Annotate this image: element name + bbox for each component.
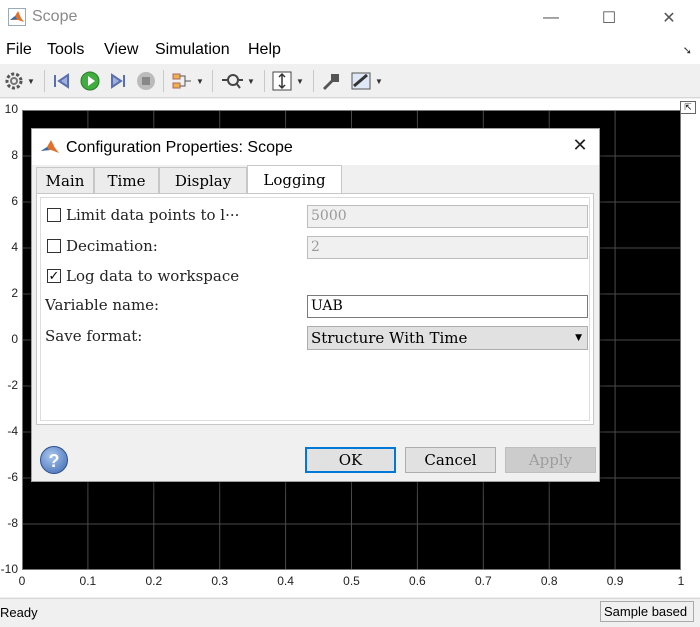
- close-icon: ✕: [572, 135, 588, 155]
- ok-button[interactable]: OK: [305, 447, 396, 473]
- run-icon: [80, 71, 100, 91]
- x-tick-label: 0.9: [606, 574, 624, 588]
- x-tick-label: 0.1: [79, 574, 97, 588]
- signal-select-button[interactable]: ▼: [171, 70, 204, 92]
- close-window-button[interactable]: ✕: [646, 0, 692, 35]
- x-tick-label: 0.4: [277, 574, 294, 588]
- zoom-icon: [222, 74, 243, 89]
- toolbar: ▼ ▼ ▼ ▼ ▼: [0, 66, 700, 98]
- save-format-value: Structure With Time: [311, 329, 468, 347]
- variable-name-label: Variable name:: [45, 296, 160, 314]
- dialog-titlebar: Configuration Properties: Scope ✕: [32, 129, 599, 165]
- tab-main[interactable]: Main: [36, 167, 94, 193]
- status-text: Ready: [0, 605, 38, 620]
- chevron-down-icon: ▼: [575, 333, 582, 343]
- run-button[interactable]: [80, 70, 100, 92]
- help-icon: ?: [48, 451, 60, 471]
- highlight-simulink-block-icon: [323, 74, 339, 90]
- dialog-close-button[interactable]: ✕: [569, 135, 591, 157]
- dialog-title: Configuration Properties: Scope: [66, 139, 293, 156]
- save-format-label: Save format:: [45, 327, 143, 345]
- decimation-checkbox[interactable]: [47, 239, 61, 253]
- undock-icon[interactable]: ⇱: [680, 101, 696, 114]
- x-tick-label: 0.2: [145, 574, 163, 588]
- tab-display[interactable]: Display: [159, 167, 247, 193]
- y-tick-label: -4: [7, 424, 18, 438]
- y-tick-label: 6: [11, 194, 18, 208]
- menu-tools[interactable]: Tools: [47, 41, 84, 59]
- maximize-button[interactable]: ☐: [586, 0, 632, 35]
- matlab-logo-icon: [41, 140, 59, 153]
- status-bar: Ready Sample based: [0, 598, 700, 627]
- limit-data-points-checkbox[interactable]: [47, 208, 61, 222]
- tab-logging[interactable]: Logging: [247, 165, 342, 194]
- y-tick-label: -10: [0, 562, 18, 576]
- decimation-field: 2: [307, 236, 588, 259]
- y-tick-label: 8: [11, 148, 18, 162]
- x-tick-label: 0.7: [474, 574, 492, 588]
- step-forward-button[interactable]: [108, 70, 128, 92]
- x-tick-label: 0.5: [343, 574, 360, 588]
- y-tick-label: -8: [7, 516, 18, 530]
- zoom-button[interactable]: ▼: [220, 70, 255, 92]
- minimize-button[interactable]: —: [528, 0, 574, 35]
- y-tick-label: 10: [4, 102, 18, 116]
- minimize-icon: —: [543, 8, 559, 26]
- menu-view[interactable]: View: [104, 41, 138, 59]
- configuration-properties-dialog: Configuration Properties: Scope ✕ Main T…: [31, 128, 600, 482]
- limit-data-points-label: Limit data points to l···: [66, 206, 240, 224]
- matlab-logo-icon: [8, 8, 26, 26]
- logging-panel-inner: Limit data points to l··· 5000 Decimatio…: [40, 197, 590, 421]
- step-back-icon: [54, 73, 69, 89]
- x-tick-label: 0.6: [409, 574, 426, 588]
- window-titlebar: Scope — ☐ ✕: [0, 0, 700, 35]
- y-tick-label: 0: [11, 332, 18, 346]
- step-forward-icon: [111, 73, 125, 89]
- help-button[interactable]: ?: [40, 446, 68, 474]
- menu-help[interactable]: Help: [248, 41, 281, 59]
- gear-icon: [5, 72, 23, 90]
- measurements-button[interactable]: ▼: [350, 70, 383, 92]
- stop-icon: [137, 72, 155, 90]
- stop-button[interactable]: [136, 70, 156, 92]
- menu-bar: File Tools View Simulation Help ➘: [0, 35, 700, 64]
- tab-time[interactable]: Time: [94, 167, 159, 193]
- signal-select-icon: [172, 73, 191, 89]
- configuration-button[interactable]: ▼: [4, 70, 35, 92]
- x-tick-label: 0.3: [211, 574, 229, 588]
- window-title: Scope: [32, 8, 78, 25]
- log-to-workspace-label: Log data to workspace: [66, 267, 240, 285]
- apply-button: Apply: [505, 447, 596, 473]
- close-icon: ✕: [662, 9, 676, 27]
- x-tick-label: 0: [18, 574, 26, 588]
- x-tick-label: 0.8: [540, 574, 558, 588]
- sample-mode-indicator: Sample based: [600, 601, 694, 622]
- y-tick-label: 4: [11, 240, 18, 254]
- menu-file[interactable]: File: [6, 41, 32, 59]
- limit-data-points-field: 5000: [307, 205, 588, 228]
- highlight-block-button[interactable]: [320, 70, 342, 92]
- y-tick-label: 2: [11, 286, 18, 300]
- variable-name-input[interactable]: UAB: [307, 295, 588, 318]
- x-tick-label: 1: [677, 574, 685, 588]
- cancel-button[interactable]: Cancel: [405, 447, 496, 473]
- scale-axes-button[interactable]: ▼: [271, 70, 304, 92]
- maximize-icon: ☐: [601, 9, 617, 27]
- y-tick-label: -2: [7, 378, 18, 392]
- menu-simulation[interactable]: Simulation: [155, 41, 230, 59]
- logging-panel: Limit data points to l··· 5000 Decimatio…: [36, 193, 594, 425]
- y-tick-label: -6: [7, 470, 18, 484]
- measurements-icon: [351, 72, 371, 90]
- save-format-select[interactable]: Structure With Time ▼: [307, 326, 588, 350]
- decimation-label: Decimation:: [66, 237, 158, 255]
- step-back-button[interactable]: [52, 70, 72, 92]
- toolbar-toggle-icon[interactable]: ➘: [683, 44, 692, 57]
- log-to-workspace-checkbox[interactable]: ✓: [47, 269, 61, 283]
- scale-axes-icon: [272, 71, 292, 91]
